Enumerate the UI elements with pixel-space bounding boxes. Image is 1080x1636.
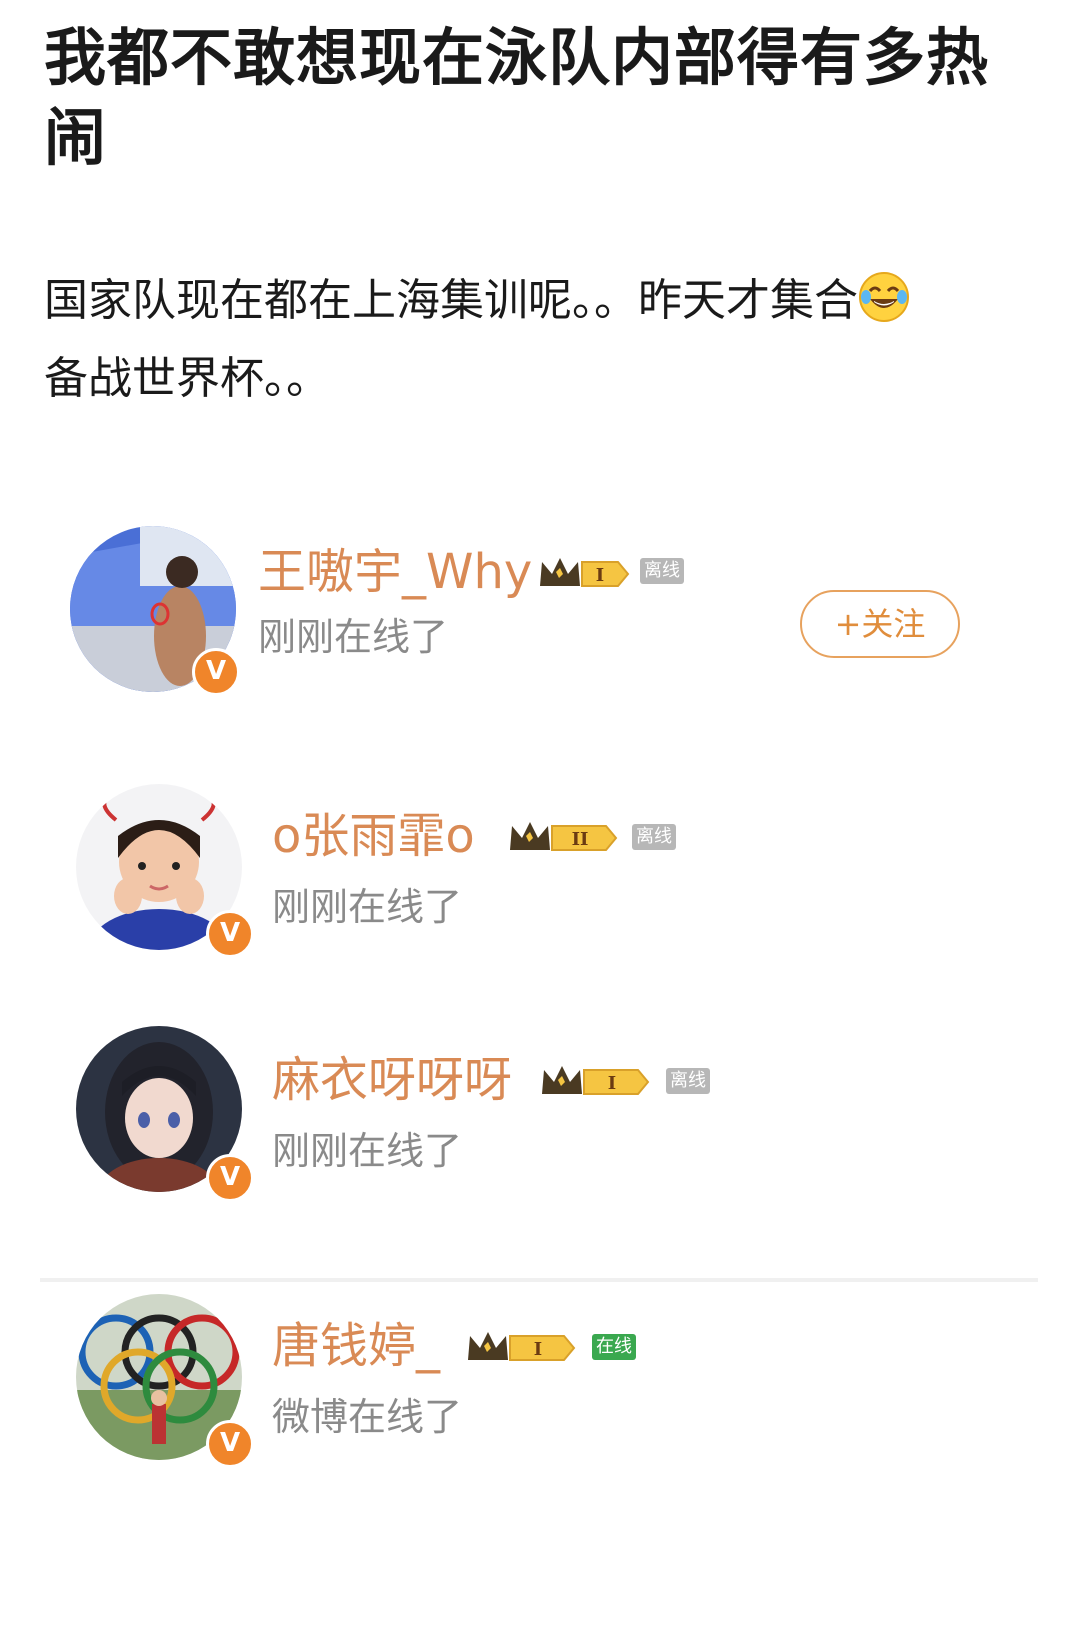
- crown-level-text: I: [534, 1339, 542, 1360]
- status-tag: 离线: [640, 558, 684, 584]
- post-body: 国家队现在都在上海集训呢。。昨天才集合 备战世界杯。。: [44, 262, 1044, 418]
- crown-level-icon: I: [468, 1332, 576, 1361]
- username[interactable]: 麻衣呀呀呀: [272, 1050, 512, 1110]
- divider: [40, 1278, 1038, 1282]
- verified-badge-icon: V: [206, 1420, 254, 1468]
- username[interactable]: 唐钱婷_: [272, 1316, 440, 1376]
- online-status: 刚刚在线了: [272, 885, 463, 929]
- laughing-tears-emoji-icon: [859, 272, 909, 322]
- follow-button[interactable]: +关注: [800, 590, 960, 658]
- online-status: 微博在线了: [272, 1395, 463, 1439]
- status-tag: 离线: [666, 1068, 710, 1094]
- crown-level-icon: I: [542, 1066, 650, 1095]
- crown-level-text: I: [596, 565, 604, 586]
- post-body-line2: 备战世界杯。。: [44, 353, 330, 404]
- status-tag: 在线: [592, 1334, 636, 1360]
- post-body-line1: 国家队现在都在上海集训呢。。昨天才集合: [44, 275, 858, 326]
- username[interactable]: o张雨霏o: [272, 806, 475, 866]
- crown-level-text: II: [572, 829, 589, 850]
- crown-level-icon: II: [510, 822, 618, 851]
- post-title: 我都不敢想现在泳队内部得有多热闹: [44, 21, 990, 174]
- verified-badge-icon: V: [206, 1154, 254, 1202]
- verified-badge-icon: V: [192, 648, 240, 696]
- status-tag: 离线: [632, 824, 676, 850]
- verified-badge-icon: V: [206, 910, 254, 958]
- crown-level-icon: I: [540, 558, 630, 587]
- username[interactable]: 王嗷宇_Why: [258, 542, 532, 602]
- online-status: 刚刚在线了: [258, 615, 449, 659]
- crown-level-text: I: [608, 1073, 616, 1094]
- online-status: 刚刚在线了: [272, 1129, 463, 1173]
